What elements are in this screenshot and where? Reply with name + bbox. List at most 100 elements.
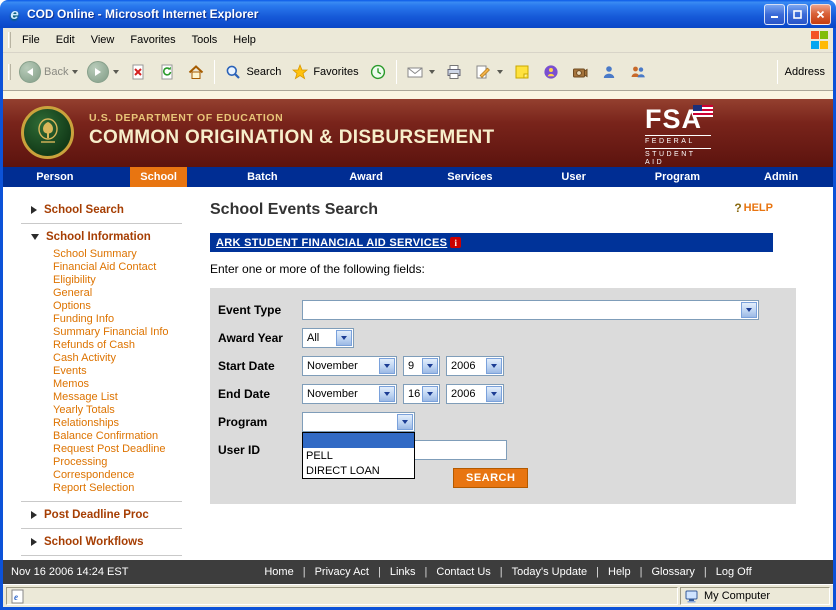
discuss-button[interactable] <box>624 59 652 85</box>
footer-link-privacy-act[interactable]: Privacy Act <box>306 566 378 578</box>
sidebar-item-memos[interactable]: Memos <box>53 378 208 391</box>
search-button[interactable]: Search <box>219 59 285 85</box>
banner-top-strip <box>3 91 833 99</box>
sidebar-section-post-deadline-proc[interactable]: Post Deadline Proc <box>3 506 208 524</box>
program-select[interactable] <box>302 412 415 432</box>
minimize-button[interactable] <box>764 4 785 25</box>
sidebar-item-general[interactable]: General <box>53 287 208 300</box>
sidebar-item-report-selection[interactable]: Report Selection <box>53 482 208 495</box>
forward-button[interactable] <box>83 58 123 86</box>
event-type-select[interactable] <box>302 300 759 320</box>
info-icon[interactable]: i <box>450 237 461 248</box>
sidebar-section-school-search[interactable]: School Search <box>3 201 208 219</box>
tab-admin[interactable]: Admin <box>729 167 833 187</box>
camera-button[interactable] <box>566 59 594 85</box>
sidebar-item-request-post-deadline[interactable]: Request Post Deadline <box>53 443 208 456</box>
sidebar-section-school-workflows[interactable]: School Workflows <box>3 533 208 551</box>
sidebar-item-balance-confirmation[interactable]: Balance Confirmation <box>53 430 208 443</box>
page-viewport: U.S. DEPARTMENT OF EDUCATION COMMON ORIG… <box>3 91 833 584</box>
sidebar-item-events[interactable]: Events <box>53 365 208 378</box>
program-option-direct-loan[interactable]: DIRECT LOAN <box>303 463 414 478</box>
page-status-icon: e <box>11 589 24 604</box>
sidebar-item-yearly-totals[interactable]: Yearly Totals <box>53 404 208 417</box>
tab-award[interactable]: Award <box>314 167 418 187</box>
edit-button[interactable] <box>469 59 507 85</box>
sidebar-item-refunds-of-cash[interactable]: Refunds of Cash <box>53 339 208 352</box>
title-bar[interactable]: e COD Online - Microsoft Internet Explor… <box>0 0 836 28</box>
tab-school[interactable]: School <box>107 167 211 187</box>
program-option-pell[interactable]: PELL <box>303 448 414 463</box>
maximize-button[interactable] <box>787 4 808 25</box>
menu-favorites[interactable]: Favorites <box>122 30 183 50</box>
tab-batch[interactable]: Batch <box>211 167 315 187</box>
program-option-blank[interactable] <box>303 433 414 448</box>
sidebar-section-school-information[interactable]: School Information <box>3 228 208 246</box>
start-date-label: Start Date <box>218 359 302 373</box>
close-button[interactable] <box>810 4 831 25</box>
mail-icon <box>405 62 425 82</box>
start-year-select[interactable]: 2006 <box>446 356 504 376</box>
tab-program[interactable]: Program <box>626 167 730 187</box>
footer-link-log-off[interactable]: Log Off <box>707 566 761 578</box>
program-label: Program <box>218 415 302 429</box>
footer-link-home[interactable]: Home <box>255 566 302 578</box>
sidebar-item-relationships[interactable]: Relationships <box>53 417 208 430</box>
menu-view[interactable]: View <box>83 30 123 50</box>
footer-link-glossary[interactable]: Glossary <box>642 566 703 578</box>
user-icon <box>599 62 619 82</box>
tab-services[interactable]: Services <box>418 167 522 187</box>
school-name-link[interactable]: ARK STUDENT FINANCIAL AID SERVICES <box>216 237 447 249</box>
sidebar-item-correspondence[interactable]: Correspondence <box>53 469 208 482</box>
print-button[interactable] <box>440 59 468 85</box>
forward-icon <box>87 61 109 83</box>
footer-link-todays-update[interactable]: Today's Update <box>503 566 596 578</box>
menu-tools[interactable]: Tools <box>184 30 226 50</box>
sidebar-item-cash-activity[interactable]: Cash Activity <box>53 352 208 365</box>
sidebar-item-school-summary[interactable]: School Summary <box>53 248 208 261</box>
address-label[interactable]: Address <box>781 66 829 78</box>
footer-link-links[interactable]: Links <box>381 566 425 578</box>
tab-person[interactable]: Person <box>3 167 107 187</box>
menu-file[interactable]: File <box>14 30 48 50</box>
sidebar-item-options[interactable]: Options <box>53 300 208 313</box>
menu-edit[interactable]: Edit <box>48 30 83 50</box>
search-submit-button[interactable]: SEARCH <box>453 468 528 488</box>
favorites-button[interactable]: Favorites <box>286 59 362 85</box>
back-button[interactable]: Back <box>15 58 82 86</box>
help-question-icon: ? <box>734 201 741 215</box>
fsa-student-aid-line: STUDENT AID <box>645 151 711 167</box>
camera-icon <box>570 62 590 82</box>
end-day-select[interactable]: 16 <box>403 384 440 404</box>
footer-link-contact-us[interactable]: Contact Us <box>427 566 499 578</box>
footer-link-help[interactable]: Help <box>599 566 640 578</box>
sidebar-item-funding-info[interactable]: Funding Info <box>53 313 208 326</box>
sidebar-item-summary-financial-info[interactable]: Summary Financial Info <box>53 326 208 339</box>
dropdown-arrow-icon <box>379 386 395 402</box>
notes-button[interactable] <box>508 59 536 85</box>
home-button[interactable] <box>182 59 210 85</box>
end-year-select[interactable]: 2006 <box>446 384 504 404</box>
start-day-select[interactable]: 9 <box>403 356 440 376</box>
collapsed-arrow-icon <box>31 206 37 214</box>
sidebar-item-eligibility[interactable]: Eligibility <box>53 274 208 287</box>
sidebar-item-message-list[interactable]: Message List <box>53 391 208 404</box>
dropdown-arrow-icon <box>741 302 757 318</box>
sidebar-item-processing[interactable]: Processing <box>53 456 208 469</box>
sidebar-divider <box>21 223 182 224</box>
menu-help[interactable]: Help <box>225 30 264 50</box>
sidebar-item-financial-aid-contact[interactable]: Financial Aid Contact <box>53 261 208 274</box>
end-month-select[interactable]: November <box>302 384 397 404</box>
stop-button[interactable] <box>124 59 152 85</box>
mail-button[interactable] <box>401 59 439 85</box>
messenger-button[interactable] <box>537 59 565 85</box>
help-link[interactable]: ? HELP <box>734 201 773 215</box>
start-month-select[interactable]: November <box>302 356 397 376</box>
tab-user[interactable]: User <box>522 167 626 187</box>
refresh-button[interactable] <box>153 59 181 85</box>
favorites-star-icon <box>290 62 310 82</box>
user-button[interactable] <box>595 59 623 85</box>
award-year-select[interactable]: All <box>302 328 354 348</box>
history-button[interactable] <box>364 59 392 85</box>
sidebar: School Search School Information School … <box>3 187 208 560</box>
dropdown-arrow-icon <box>336 330 352 346</box>
